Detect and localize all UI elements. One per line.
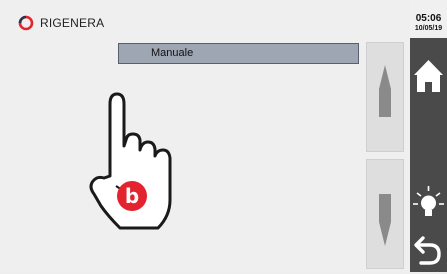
rigenera-logo-icon [18, 15, 34, 31]
home-icon [414, 60, 443, 92]
current-date: 10/05/19 [414, 25, 443, 32]
back-button[interactable] [410, 230, 447, 270]
scroll-up-button[interactable] [366, 42, 404, 152]
current-time: 05:06 [415, 13, 442, 24]
brand: RIGENERA [18, 15, 104, 31]
scroll-down-button[interactable] [366, 159, 404, 269]
arrow-down-icon [379, 194, 391, 246]
hand-pointer-icon: b [89, 92, 172, 230]
badge-b: b [117, 181, 147, 211]
light-button[interactable] [410, 183, 447, 225]
svg-text:b: b [125, 184, 139, 208]
home-button[interactable] [410, 52, 447, 102]
mode-label: Manuale [151, 47, 194, 59]
clock: 05:06 10/05/19 [410, 0, 447, 38]
lightbulb-icon [413, 186, 444, 216]
main-area: RIGENERA Manuale b [0, 0, 410, 272]
back-arrow-icon [414, 236, 441, 265]
mode-selector[interactable]: Manuale [118, 43, 359, 64]
arrow-up-icon [379, 65, 391, 117]
app-name: RIGENERA [40, 16, 105, 30]
